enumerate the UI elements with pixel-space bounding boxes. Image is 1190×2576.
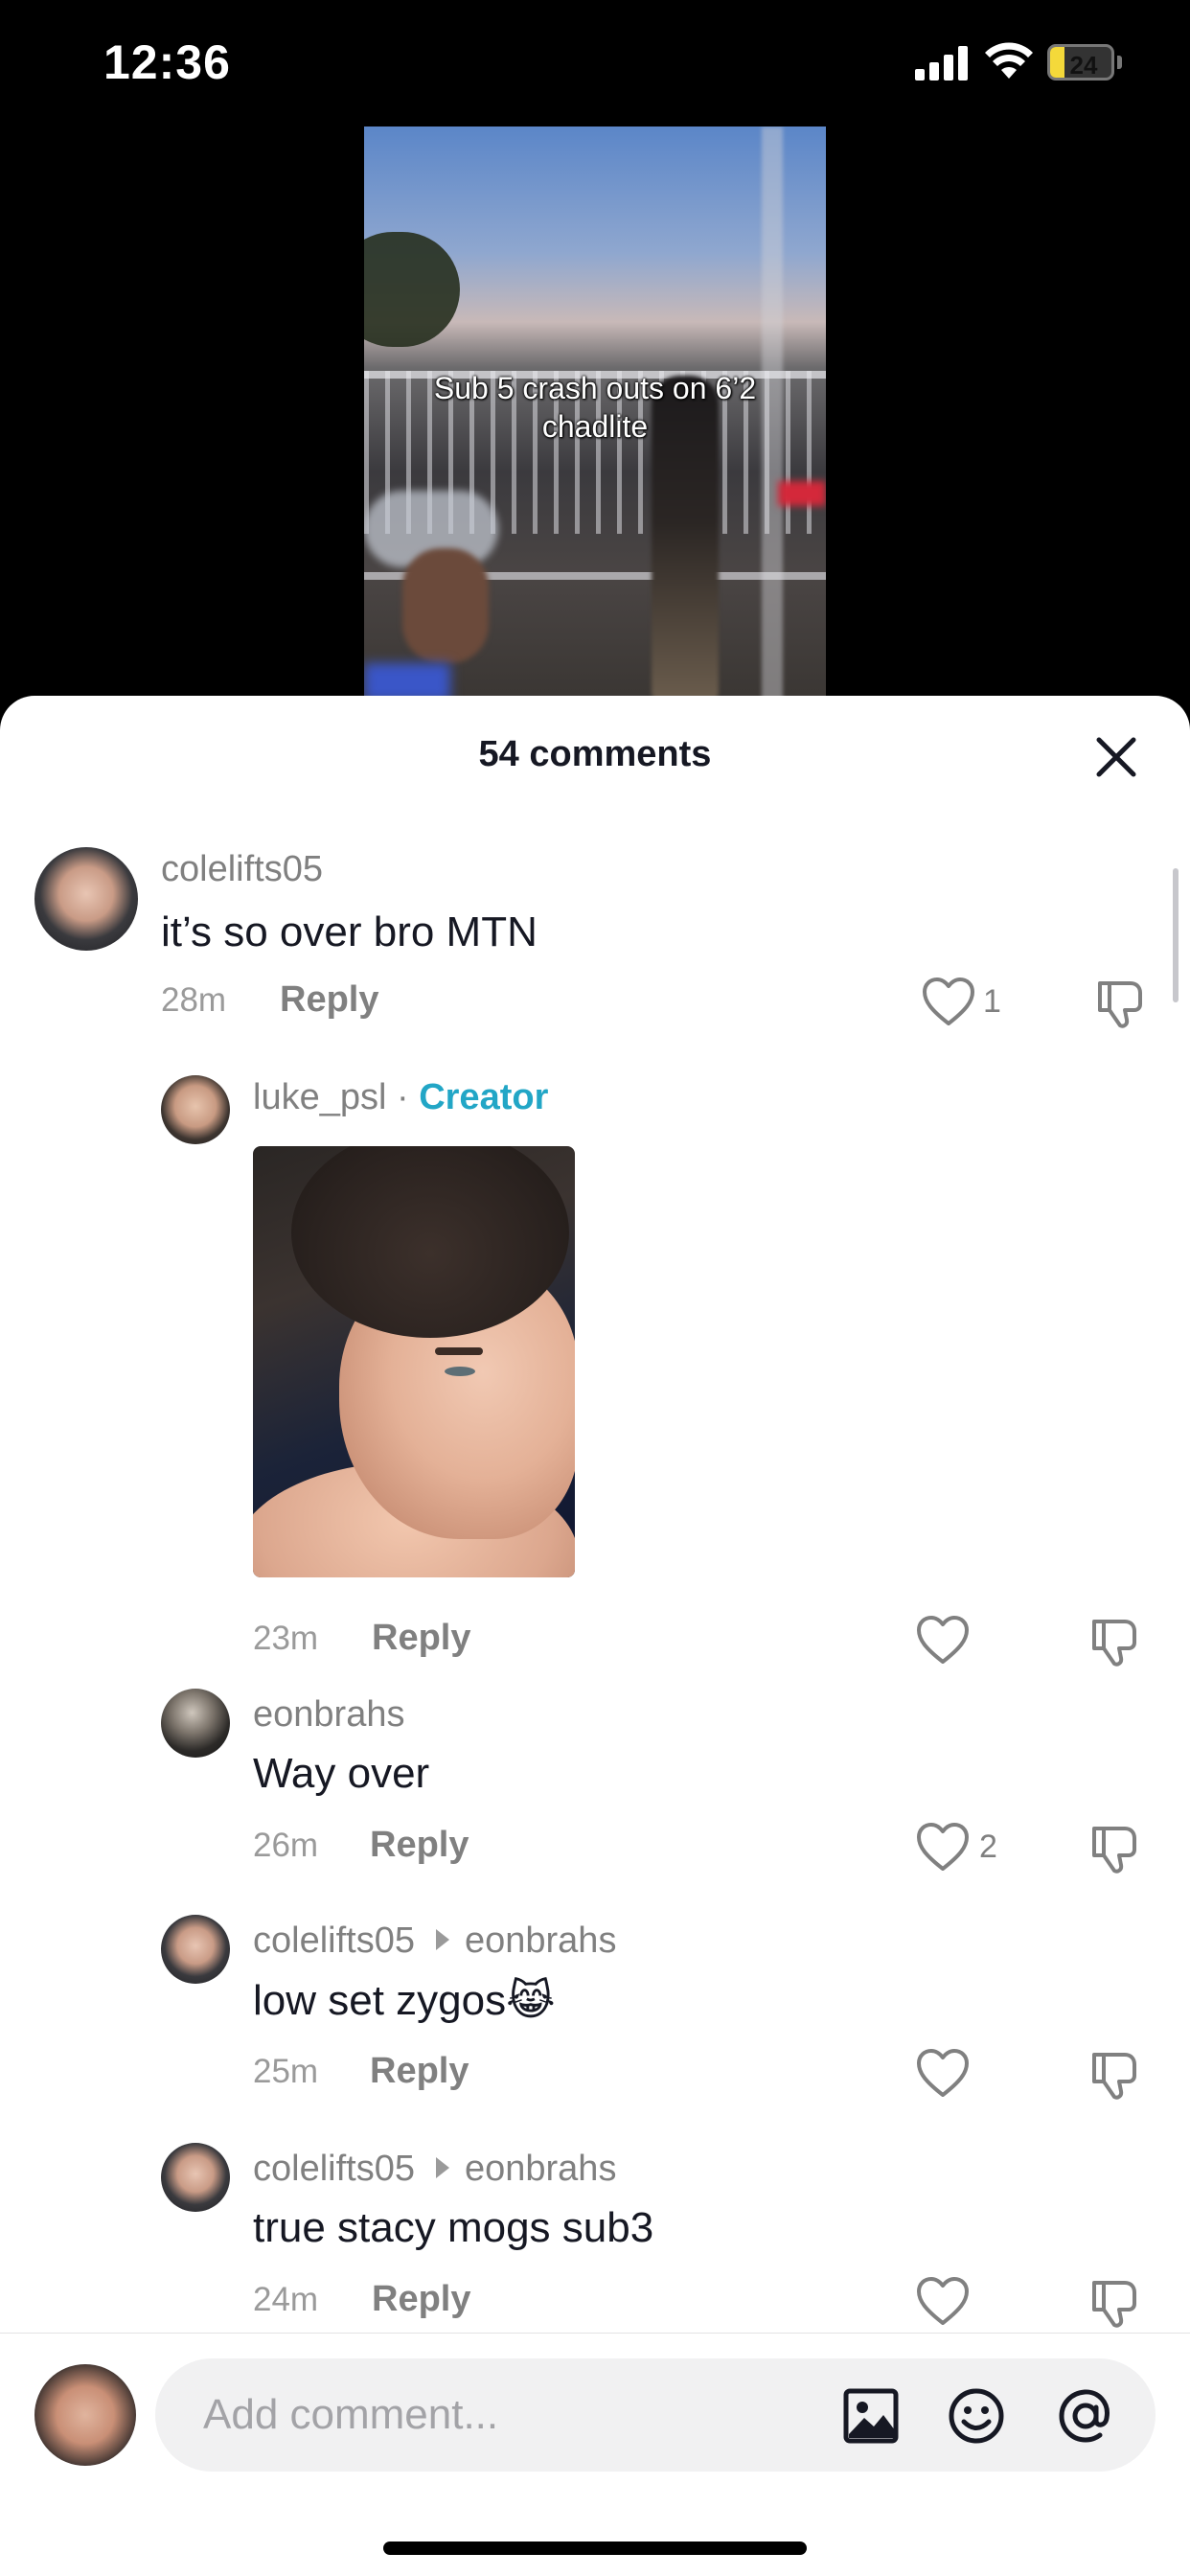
battery-icon: 24 — [1047, 44, 1124, 82]
status-bar: 12:36 24 — [0, 0, 1190, 125]
battery-percent: 24 — [1069, 51, 1098, 80]
wifi-icon — [985, 42, 1033, 79]
video-caption-line-2: chadlite — [541, 409, 649, 444]
comment-input-pill[interactable] — [155, 2358, 1156, 2472]
reply-arrow-icon — [435, 2156, 449, 2178]
heart-icon[interactable] — [914, 2275, 972, 2329]
video-preview[interactable]: Sub 5 crash outs on 6’2 chadlite — [364, 126, 826, 702]
image-icon[interactable] — [841, 2386, 901, 2446]
comments-sheet: 54 comments colelifts05 it’s so over bro… — [0, 696, 1190, 2576]
comment-timestamp: 24m — [253, 2281, 319, 2318]
video-caption: Sub 5 crash outs on 6’2 chadlite — [364, 369, 826, 446]
dislike-icon[interactable] — [1087, 2275, 1142, 2331]
comment-composer — [0, 2333, 1190, 2576]
comment-text: true stacy mogs sub3 — [253, 2204, 654, 2251]
add-comment-input[interactable] — [203, 2358, 826, 2472]
username-text[interactable]: colelifts05 — [253, 2149, 415, 2189]
comment-item: colelifts05 eonbrahs true stacy mogs sub3… — [0, 696, 1190, 2334]
home-indicator[interactable] — [383, 2542, 807, 2555]
my-avatar[interactable] — [34, 2364, 136, 2466]
cellular-signal-icon — [915, 46, 969, 80]
reply-to-username[interactable]: eonbrahs — [465, 2149, 616, 2189]
video-caption-line-1: Sub 5 crash outs on 6’2 — [433, 371, 757, 405]
comment-username[interactable]: colelifts05 eonbrahs — [253, 2149, 616, 2190]
reply-button[interactable]: Reply — [372, 2279, 470, 2320]
mention-icon[interactable] — [1056, 2386, 1115, 2446]
avatar[interactable] — [161, 2143, 230, 2212]
emoji-icon[interactable] — [947, 2386, 1006, 2446]
status-time: 12:36 — [103, 35, 231, 89]
